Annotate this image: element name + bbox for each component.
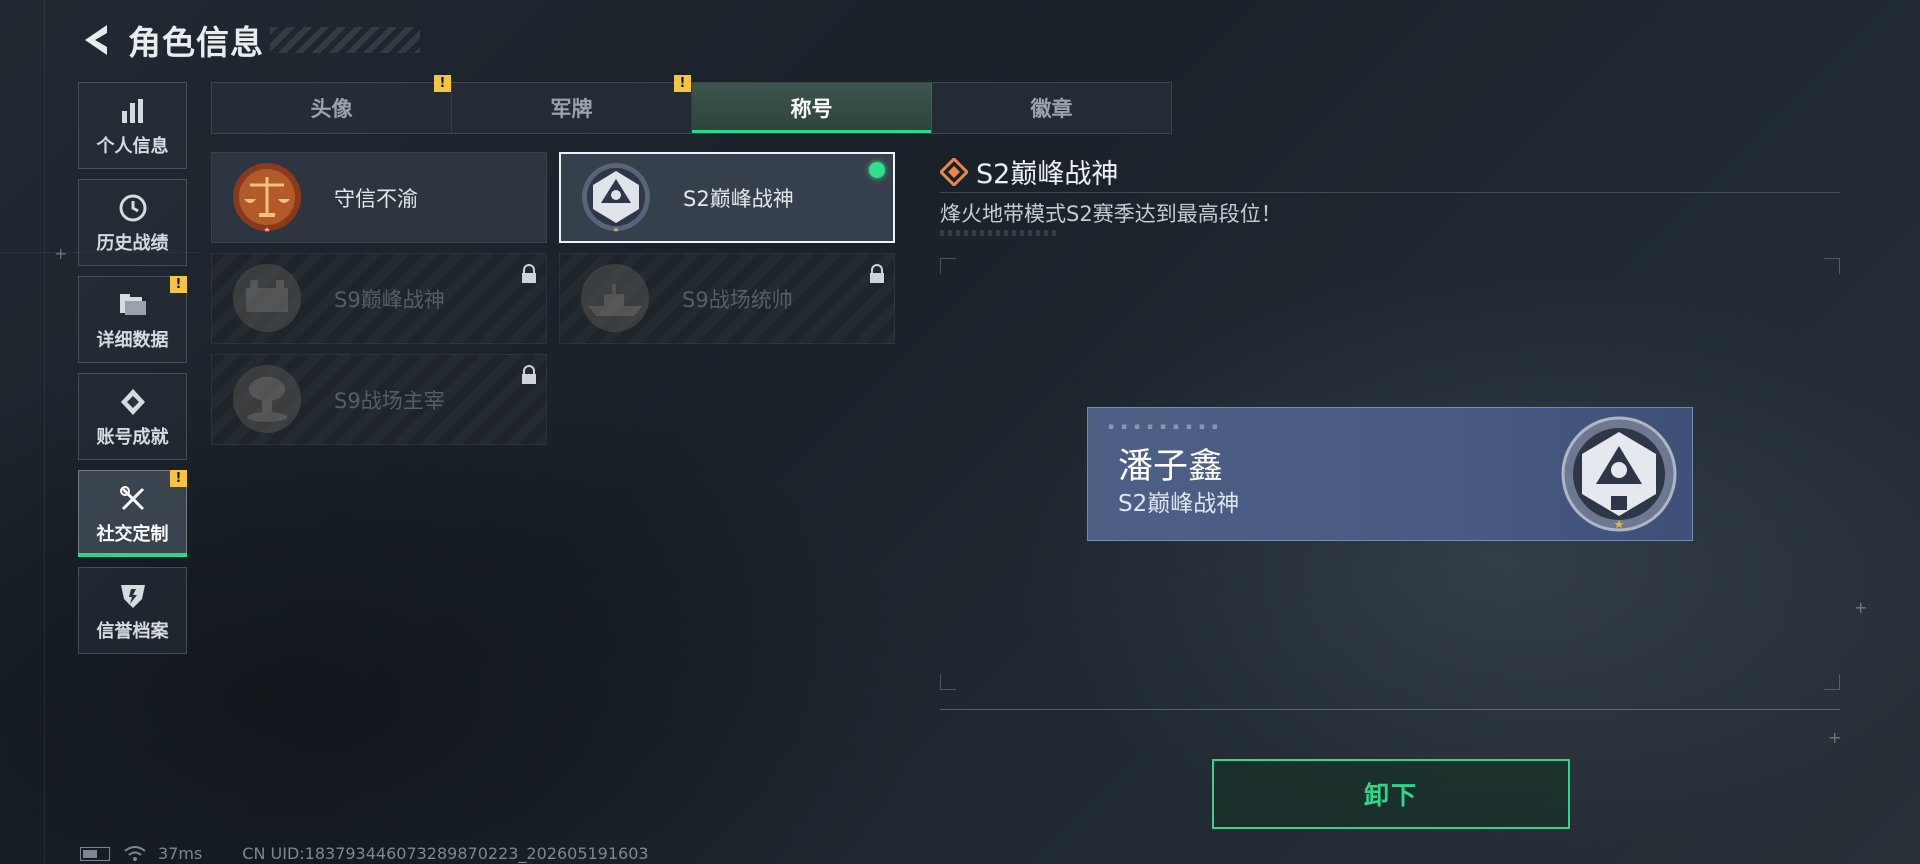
mushroom-cloud-emblem-icon — [233, 364, 301, 433]
header-stripe-decor — [270, 27, 420, 53]
frame-corner — [940, 674, 956, 690]
scales-emblem-icon — [233, 162, 301, 232]
title-card[interactable]: S2巅峰战神 — [559, 152, 895, 243]
sidebar-item-label: 详细数据 — [96, 329, 169, 351]
tab-badge[interactable]: 徽章 — [932, 83, 1171, 133]
decor-cross: + — [1828, 728, 1842, 747]
sidebar-item-label: 社交定制 — [96, 523, 169, 545]
player-name: 潘子鑫 — [1118, 447, 1224, 487]
folder-icon — [116, 288, 150, 322]
tools-icon — [116, 482, 150, 516]
uid-text: CN UID:183793446073289870223_20260519160… — [242, 844, 649, 863]
title-name: 守信不渝 — [334, 186, 418, 211]
detail-title: S2巅峰战神 — [976, 159, 1119, 190]
detail-header: S2巅峰战神 — [940, 152, 1118, 191]
tab-label: 头像 — [310, 97, 353, 121]
peak-god-emblem-icon — [1561, 416, 1677, 532]
status-bar: 37ms CN UID:183793446073289870223_202605… — [80, 844, 649, 863]
divider — [940, 709, 1840, 710]
battleship-emblem-icon — [581, 263, 649, 332]
battery-icon — [80, 846, 110, 861]
diamond-icon — [940, 157, 968, 186]
sidebar: 个人信息 历史战绩 ! 详细数据 账号成就 ! 社交定制 信誉档案 — [78, 82, 188, 664]
ping-readout: 37ms — [158, 844, 203, 863]
frame-corner — [940, 258, 956, 274]
back-arrow-icon — [85, 25, 107, 55]
bar-chart-icon — [116, 94, 150, 128]
nameplate-preview: ▪ ▪ ▪ ▪ ▪ ▪ ▪ ▪ ▪ 潘子鑫 S2巅峰战神 — [1087, 407, 1693, 541]
sidebar-item-battle-history[interactable]: 历史战绩 — [78, 179, 187, 266]
lock-icon — [522, 264, 536, 283]
decor-cross: + — [1854, 598, 1868, 617]
tab-dog-tag[interactable]: 军牌 ! — [452, 75, 692, 133]
title-card[interactable]: 守信不渝 — [211, 152, 547, 243]
shield-icon — [116, 579, 150, 613]
equipped-indicator — [869, 162, 885, 178]
page-title: 角色信息 — [128, 23, 264, 62]
category-tabs: 头像 ! 军牌 ! 称号 徽章 — [211, 75, 1172, 134]
title-name: S9战场统帅 — [682, 287, 793, 312]
page-header: 角色信息 — [76, 18, 420, 62]
back-button[interactable] — [76, 20, 116, 60]
sidebar-item-label: 历史战绩 — [96, 232, 169, 254]
frame-corner — [1824, 674, 1840, 690]
title-name: S9战场主宰 — [334, 388, 445, 413]
decor-cross: + — [54, 244, 68, 263]
wifi-icon — [124, 845, 146, 861]
notification-badge: ! — [170, 276, 187, 293]
title-name: S2巅峰战神 — [683, 186, 794, 211]
notification-badge: ! — [170, 470, 187, 487]
fortress-emblem-icon — [233, 263, 301, 332]
frame-corner — [1824, 258, 1840, 274]
tab-label: 称号 — [790, 97, 833, 121]
divider — [940, 192, 1840, 193]
sidebar-item-label: 信誉档案 — [96, 620, 169, 642]
title-name: S9巅峰战神 — [334, 287, 445, 312]
lock-icon — [870, 264, 884, 283]
sidebar-item-achievements[interactable]: 账号成就 — [78, 373, 187, 460]
sidebar-item-personal-info[interactable]: 个人信息 — [78, 82, 187, 169]
tab-title[interactable]: 称号 — [692, 83, 932, 133]
tab-label: 军牌 — [550, 97, 593, 121]
sidebar-item-reputation[interactable]: 信誉档案 — [78, 567, 187, 654]
sidebar-item-social-customization[interactable]: ! 社交定制 — [78, 470, 187, 557]
title-grid: 守信不渝 S2巅峰战神 S9巅峰战神 S9战场统帅 S9战场主宰 — [211, 152, 895, 445]
peak-god-emblem-icon — [582, 162, 650, 232]
detail-description: 烽火地带模式S2赛季达到最高段位！ — [940, 202, 1282, 226]
decor-line — [44, 0, 45, 864]
tab-avatar[interactable]: 头像 ! — [212, 75, 452, 133]
achievement-icon — [116, 385, 150, 419]
clock-icon — [116, 191, 150, 225]
sidebar-item-label: 账号成就 — [96, 426, 169, 448]
notification-badge: ! — [434, 75, 451, 92]
notification-badge: ! — [674, 75, 691, 92]
title-card[interactable]: S9巅峰战神 — [211, 253, 547, 344]
title-card[interactable]: S9战场统帅 — [559, 253, 895, 344]
nameplate-code-decor: ▪ ▪ ▪ ▪ ▪ ▪ ▪ ▪ ▪ — [1108, 422, 1220, 432]
sidebar-item-label: 个人信息 — [96, 135, 169, 157]
tab-label: 徽章 — [1030, 97, 1073, 121]
unequip-button[interactable]: 卸下 — [1212, 759, 1570, 829]
description-underbar-decor — [940, 230, 1060, 236]
player-title: S2巅峰战神 — [1118, 491, 1240, 517]
sidebar-item-detailed-data[interactable]: ! 详细数据 — [78, 276, 187, 363]
title-card[interactable]: S9战场主宰 — [211, 354, 547, 445]
lock-icon — [522, 365, 536, 384]
